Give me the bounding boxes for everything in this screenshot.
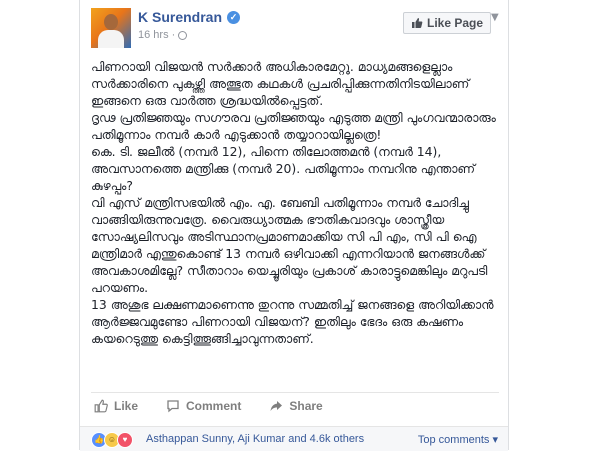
post-options-chevron-icon[interactable]: ▼	[491, 12, 499, 23]
comment-label: Comment	[186, 399, 242, 413]
love-reaction-icon: ♥	[117, 432, 133, 448]
comment-icon	[167, 400, 179, 413]
post-paragraph: പിണറായി വിജയൻ സർക്കാർ അധികാരമേറ്റു. മാധ്…	[91, 59, 470, 108]
verified-badge-icon: ✓	[227, 10, 241, 24]
like-page-button[interactable]: Like Page	[403, 12, 492, 34]
post-paragraph: കെ. ടി. ജലീൽ (നമ്പർ 12), പിന്നെ തിലോത്തമ…	[91, 144, 475, 193]
like-label: Like	[114, 399, 139, 413]
like-page-label: Like Page	[427, 16, 484, 30]
top-comments-dropdown[interactable]: Top comments ▾	[418, 433, 498, 446]
author-header: K Surendran ✓	[138, 9, 241, 25]
post-paragraph: വി എസ് മന്ത്രിസഭയിൽ എം. എ. ബേബി പതിമൂന്ന…	[91, 195, 488, 295]
post-paragraph: ദൃഢ പ്രതിജ്ഞയും സഗൗരവ പ്രതിജ്ഞയും എടുത്ത…	[91, 110, 496, 142]
post-card: K Surendran ✓ 16 hrs · Like Page ▼ പിണറാ…	[79, 0, 509, 451]
actions-divider	[91, 392, 499, 393]
comment-button[interactable]: Comment	[166, 399, 241, 413]
post-actions: Like Comment Share	[94, 399, 323, 413]
reactions-bar: 👍 ☺ ♥ Asthappan Sunny, Aji Kumar and 4.6…	[80, 426, 508, 451]
author-name[interactable]: K Surendran	[138, 9, 222, 25]
share-button[interactable]: Share	[269, 399, 323, 413]
post-timestamp[interactable]: 16 hrs	[138, 29, 169, 41]
share-icon	[270, 401, 283, 411]
author-avatar[interactable]	[91, 8, 131, 48]
post-paragraph: 13 അശുഭ ലക്ഷണമാണെന്നു തുറന്നു സമ്മതിച്ച്…	[91, 297, 494, 346]
post-meta: 16 hrs ·	[138, 29, 188, 41]
post-text: പിണറായി വിജയൻ സർക്കാർ അധികാരമേറ്റു. മാധ്…	[91, 58, 503, 347]
like-button[interactable]: Like	[94, 399, 138, 413]
globe-icon	[178, 30, 188, 40]
share-label: Share	[289, 399, 323, 413]
thumbs-up-icon	[94, 399, 108, 413]
reactions-summary[interactable]: Asthappan Sunny, Aji Kumar and 4.6k othe…	[146, 433, 364, 445]
thumbs-up-icon	[412, 18, 423, 28]
reaction-icons[interactable]: 👍 ☺ ♥	[91, 432, 133, 448]
